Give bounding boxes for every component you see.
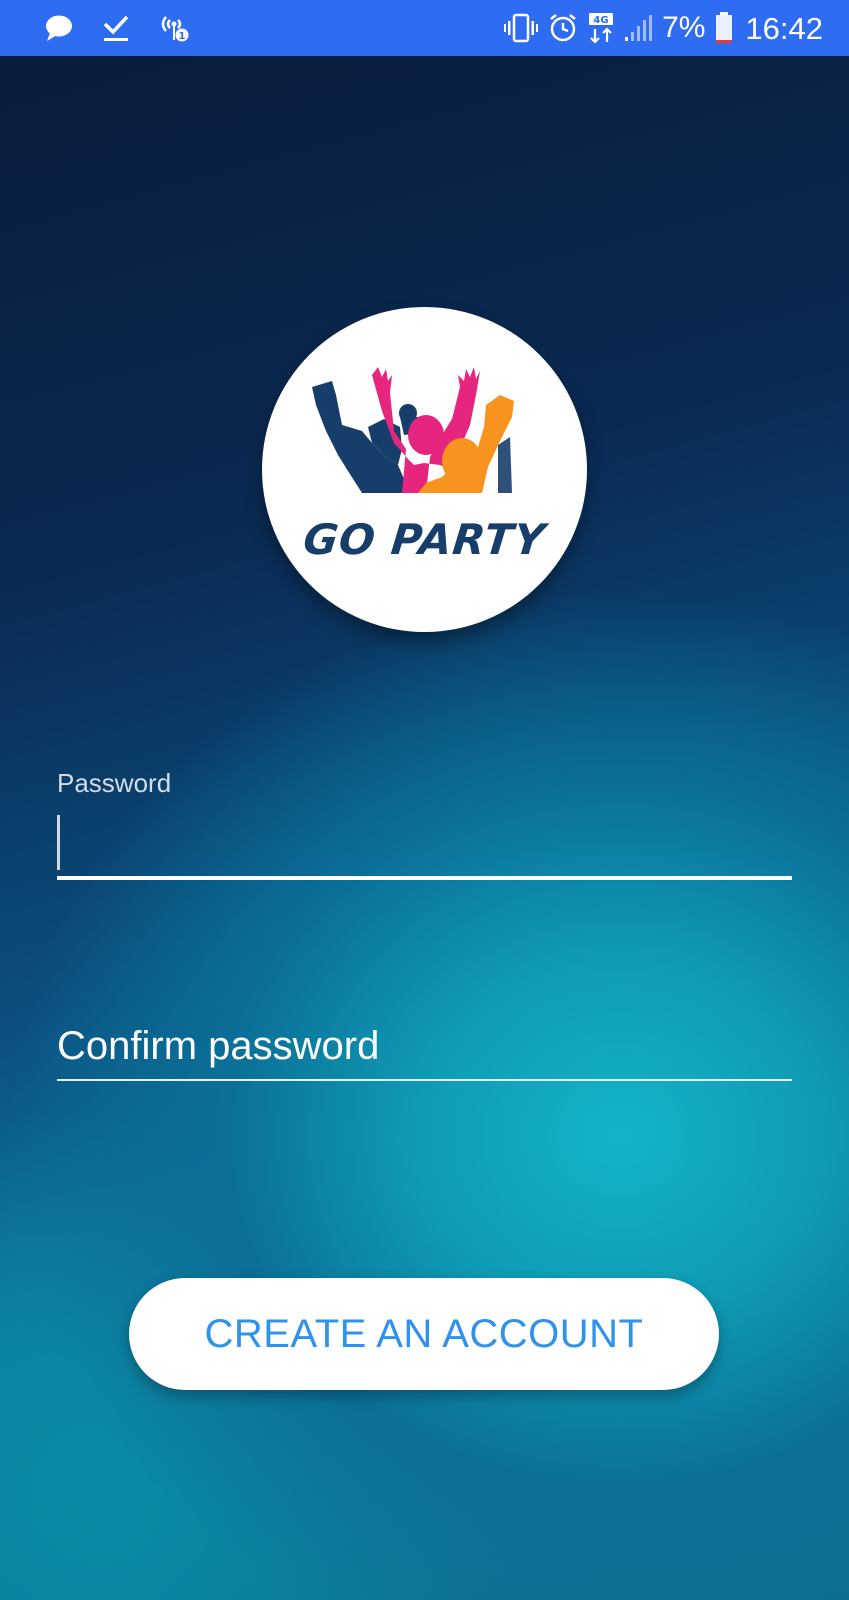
svg-text:1: 1 — [179, 31, 186, 42]
party-crowd-icon — [312, 367, 514, 493]
confirm-password-field[interactable] — [57, 1015, 792, 1085]
vibrate-icon — [504, 13, 539, 43]
battery-percent: 7% — [662, 11, 706, 44]
password-field[interactable]: Password — [57, 760, 792, 880]
status-bar: 1 4G 7% 16:42 — [0, 0, 849, 56]
text-cursor — [57, 815, 60, 870]
app-logo: GO PARTY — [262, 307, 587, 632]
network-4g-label: 4G — [593, 15, 608, 26]
status-bar-notifications: 1 — [44, 0, 190, 56]
password-label: Password — [57, 768, 172, 798]
password-underline — [57, 876, 792, 880]
status-bar-system: 4G 7% 16:42 — [504, 0, 823, 56]
alarm-clock-icon — [548, 13, 578, 43]
confirm-password-underline — [57, 1079, 792, 1081]
app-logo-text: GO PARTY — [301, 515, 548, 564]
confirm-password-input[interactable] — [57, 1015, 792, 1077]
hotspot-icon: 1 — [158, 13, 190, 43]
network-4g-icon: 4G — [588, 12, 614, 44]
password-input[interactable] — [57, 812, 792, 872]
chat-bubble-icon — [44, 14, 74, 42]
create-account-button[interactable]: CREATE AN ACCOUNT — [129, 1278, 719, 1390]
signal-icon — [624, 14, 653, 42]
checkmark-icon — [102, 13, 130, 43]
clock-time: 16:42 — [745, 10, 823, 46]
battery-icon — [715, 12, 733, 44]
